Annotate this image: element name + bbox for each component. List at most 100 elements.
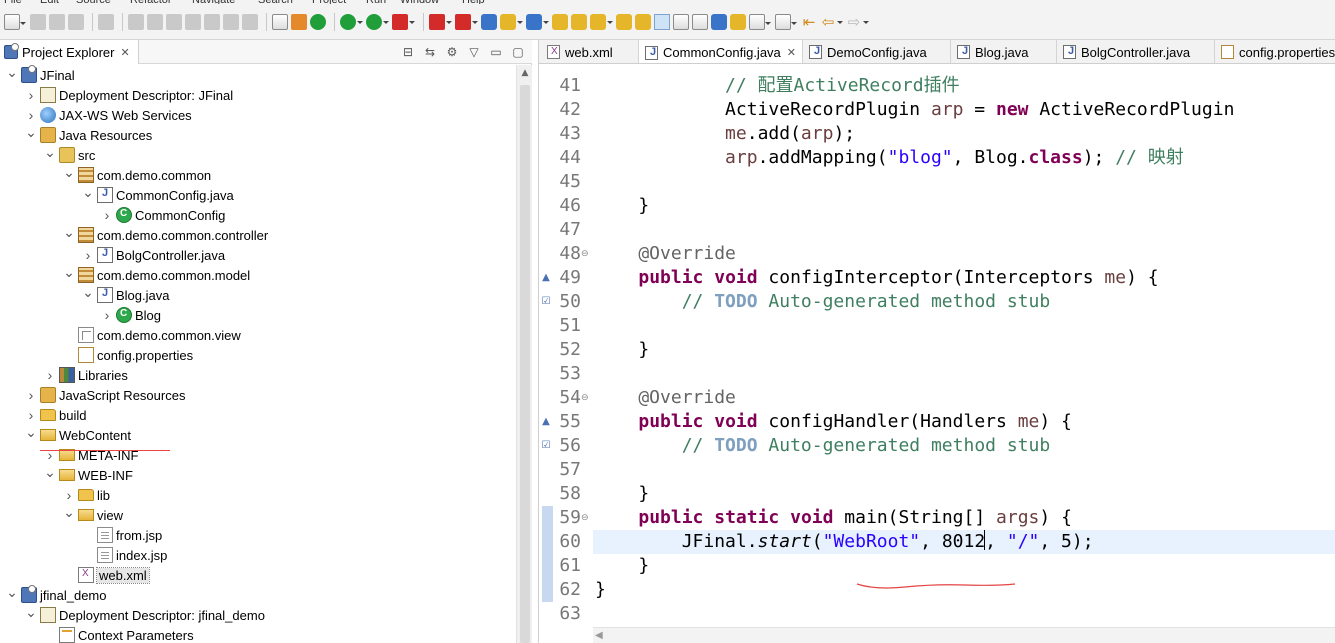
tree-item[interactable]: index.jsp (0, 545, 516, 565)
fold-toggle-icon[interactable]: ⊖ (581, 506, 591, 530)
menu-item-edit[interactable]: Edit (40, 0, 59, 4)
menu-item-window[interactable]: Window (400, 0, 439, 4)
code-line[interactable]: } (595, 578, 606, 602)
open-folder-icon[interactable] (635, 14, 651, 30)
expanded-chevron-icon[interactable]: ⌄ (25, 125, 37, 141)
expanded-chevron-icon[interactable]: ⌄ (25, 605, 37, 621)
tree-item[interactable]: › JAX-WS Web Services (0, 105, 516, 125)
tree-item[interactable]: › Blog (0, 305, 516, 325)
code-line[interactable]: // TODO Auto-generated method stub (595, 434, 1051, 458)
menu-item-refactor[interactable]: Refactor (130, 0, 172, 4)
last-edit-location-icon[interactable]: ⇤ (801, 14, 817, 30)
tree-scrollbar[interactable]: ▲ (516, 65, 532, 643)
editor-tab[interactable]: config.properties (1215, 40, 1335, 63)
expanded-chevron-icon[interactable]: ⌄ (63, 225, 75, 241)
debug-icon[interactable] (340, 14, 363, 30)
code-line[interactable]: } (595, 554, 649, 578)
collapsed-chevron-icon[interactable]: › (25, 108, 37, 122)
code-line[interactable]: } (595, 194, 649, 218)
collapsed-chevron-icon[interactable]: › (44, 368, 56, 382)
editor-tab[interactable]: web.xml (541, 40, 639, 63)
open-perspective-icon[interactable] (730, 14, 746, 30)
mark-occurrences-icon[interactable] (654, 14, 670, 30)
next-annotation-icon[interactable] (749, 14, 771, 30)
tree-item[interactable]: ⌄ Deployment Descriptor: jfinal_demo (0, 605, 516, 625)
tab-project-explorer[interactable]: Project Explorer ✕ (0, 40, 139, 64)
forward-icon[interactable]: ⇨ (846, 14, 869, 30)
previous-annotation-icon[interactable] (775, 14, 797, 30)
tree-item[interactable]: ⌄ Blog.java (0, 285, 516, 305)
code-line[interactable]: @Override (595, 242, 736, 266)
code-line[interactable]: JFinal.start("WebRoot", 8012, "/", 5); (595, 530, 1094, 554)
tree-item[interactable]: ⌄ JFinal (0, 65, 516, 85)
build-icon[interactable] (291, 14, 307, 30)
task-marker-icon[interactable]: ☑ (540, 290, 552, 314)
menu-item-help[interactable]: Help (462, 0, 485, 4)
tree-item[interactable]: ⌄ com.demo.common (0, 165, 516, 185)
close-icon[interactable]: ✕ (120, 46, 129, 59)
expanded-chevron-icon[interactable]: ⌄ (82, 285, 94, 301)
new-icon[interactable] (4, 14, 26, 30)
maximize-icon[interactable]: ▢ (510, 44, 526, 60)
code-line[interactable]: @Override (595, 386, 736, 410)
tree-item[interactable]: ⌄ com.demo.common.model (0, 265, 516, 285)
code-line[interactable]: public void configHandler(Handlers me) { (595, 410, 1072, 434)
override-marker-icon[interactable]: ▲ (540, 410, 552, 434)
tree-item[interactable]: Context Parameters (0, 625, 516, 643)
search-icon[interactable] (590, 14, 613, 30)
tree-item[interactable]: ⌄ WEB-INF (0, 465, 516, 485)
expanded-chevron-icon[interactable]: ⌄ (25, 425, 37, 441)
print-icon[interactable] (68, 14, 84, 30)
collapsed-chevron-icon[interactable]: › (25, 408, 37, 422)
web-browser-icon[interactable] (711, 14, 727, 30)
tree-item[interactable]: ⌄ WebContent (0, 425, 516, 445)
new-server-icon[interactable] (481, 14, 497, 30)
task-marker-icon[interactable]: ☑ (540, 434, 552, 458)
collapsed-chevron-icon[interactable]: › (63, 488, 75, 502)
collapsed-chevron-icon[interactable]: › (25, 388, 37, 402)
menu-item-project[interactable]: Project (312, 0, 346, 4)
resume-icon[interactable] (128, 14, 144, 30)
tree-item[interactable]: ⌄ CommonConfig.java (0, 185, 516, 205)
tree-item[interactable]: ⌄ Java Resources (0, 125, 516, 145)
editor-tab[interactable]: BolgController.java (1057, 40, 1215, 63)
close-icon[interactable]: ✕ (787, 46, 796, 59)
open-task-icon[interactable] (571, 14, 587, 30)
step-over-icon[interactable] (223, 14, 239, 30)
code-line[interactable]: me.add(arp); (595, 122, 855, 146)
stop-icon[interactable] (429, 14, 452, 30)
menu-item-source[interactable]: Source (76, 0, 111, 4)
editor-tab[interactable]: Blog.java (951, 40, 1057, 63)
block-selection-icon[interactable] (673, 14, 689, 30)
collapsed-chevron-icon[interactable]: › (82, 248, 94, 262)
tree-item[interactable]: ⌄ com.demo.common.controller (0, 225, 516, 245)
tree-item[interactable]: › JavaScript Resources (0, 385, 516, 405)
tree-item[interactable]: ⌄ src (0, 145, 516, 165)
disconnect-icon[interactable] (185, 14, 201, 30)
suspend-icon[interactable] (147, 14, 163, 30)
tree-item[interactable]: › BolgController.java (0, 245, 516, 265)
link-with-editor-icon[interactable]: ⇆ (422, 44, 438, 60)
horizontal-scrollbar[interactable]: ◀ (593, 627, 1335, 643)
collapsed-chevron-icon[interactable]: › (101, 208, 113, 222)
menu-item-file[interactable]: File (4, 0, 22, 4)
view-menu-icon[interactable]: ▽ (466, 44, 482, 60)
expanded-chevron-icon[interactable]: ⌄ (44, 145, 56, 161)
scroll-thumb[interactable] (520, 85, 530, 643)
menu-item-navigate[interactable]: Navigate (192, 0, 235, 4)
tree-item[interactable]: config.properties (0, 345, 516, 365)
expanded-chevron-icon[interactable]: ⌄ (6, 585, 18, 601)
code-line[interactable]: public void configInterceptor(Intercepto… (595, 266, 1158, 290)
run-icon[interactable] (366, 14, 389, 30)
code-line[interactable]: ActiveRecordPlugin arp = new ActiveRecor… (595, 98, 1234, 122)
coverage-icon[interactable] (392, 14, 415, 30)
save-all-icon[interactable] (49, 14, 65, 30)
tree-item[interactable]: ⌄ view (0, 505, 516, 525)
new-java-class-icon[interactable] (526, 14, 549, 30)
expanded-chevron-icon[interactable]: ⌄ (44, 465, 56, 481)
server-start-icon[interactable] (310, 14, 326, 30)
expanded-chevron-icon[interactable]: ⌄ (63, 165, 75, 181)
code-line[interactable]: // 配置ActiveRecord插件 (595, 74, 960, 98)
override-marker-icon[interactable]: ▲ (540, 266, 552, 290)
editor-tab[interactable]: CommonConfig.java ✕ (639, 40, 803, 63)
